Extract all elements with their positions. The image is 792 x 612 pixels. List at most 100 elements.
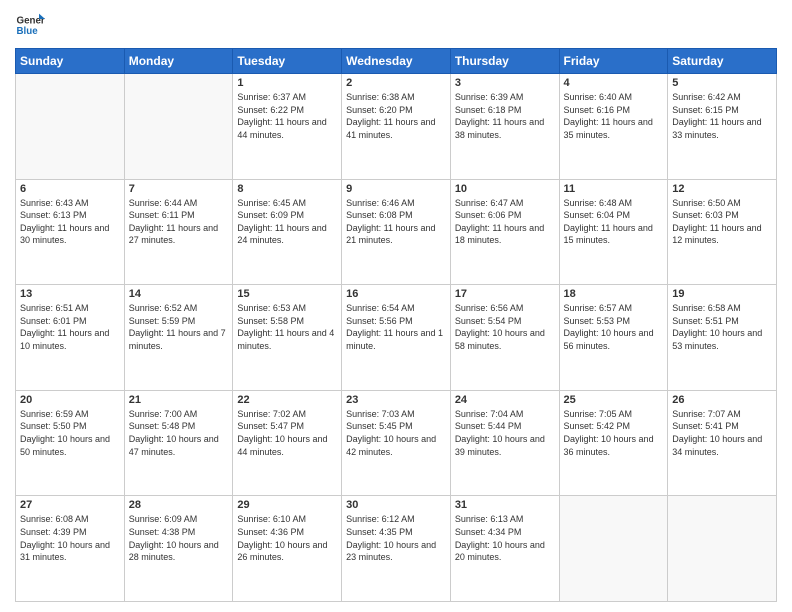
weekday-header-sunday: Sunday <box>16 49 125 74</box>
calendar-cell: 10 Sunrise: 6:47 AMSunset: 6:06 PMDayligh… <box>450 179 559 285</box>
day-number: 27 <box>20 499 120 511</box>
day-number: 11 <box>564 183 664 195</box>
day-info: Sunrise: 6:13 AMSunset: 4:34 PMDaylight:… <box>455 513 555 563</box>
day-number: 18 <box>564 288 664 300</box>
day-info: Sunrise: 7:03 AMSunset: 5:45 PMDaylight:… <box>346 408 446 458</box>
day-number: 17 <box>455 288 555 300</box>
calendar-cell <box>124 74 233 180</box>
day-number: 9 <box>346 183 446 195</box>
calendar-cell <box>16 74 125 180</box>
day-number: 15 <box>237 288 337 300</box>
weekday-header-tuesday: Tuesday <box>233 49 342 74</box>
calendar-cell: 28 Sunrise: 6:09 AMSunset: 4:38 PMDayligh… <box>124 496 233 602</box>
day-number: 10 <box>455 183 555 195</box>
calendar-cell: 6 Sunrise: 6:43 AMSunset: 6:13 PMDaylight… <box>16 179 125 285</box>
day-info: Sunrise: 6:50 AMSunset: 6:03 PMDaylight:… <box>672 197 772 247</box>
calendar-cell <box>559 496 668 602</box>
day-number: 29 <box>237 499 337 511</box>
calendar-cell: 7Sunrise: 6:44 AMSunset: 6:11 PMDaylight… <box>124 179 233 285</box>
day-info: Sunrise: 6:57 AMSunset: 5:53 PMDaylight:… <box>564 302 664 352</box>
day-info: Sunrise: 6:56 AMSunset: 5:54 PMDaylight:… <box>455 302 555 352</box>
calendar-cell <box>668 496 777 602</box>
calendar-cell: 8 Sunrise: 6:45 AMSunset: 6:09 PMDaylight… <box>233 179 342 285</box>
day-number: 21 <box>129 394 229 406</box>
day-number: 6 <box>20 183 120 195</box>
calendar-cell: 9 Sunrise: 6:46 AMSunset: 6:08 PMDaylight… <box>342 179 451 285</box>
day-info: Sunrise: 7:02 AMSunset: 5:47 PMDaylight:… <box>237 408 337 458</box>
day-number: 5 <box>672 77 772 89</box>
day-info: Sunrise: 6:39 AMSunset: 6:18 PMDaylight:… <box>455 91 555 141</box>
day-number: 3 <box>455 77 555 89</box>
day-number: 22 <box>237 394 337 406</box>
day-number: 24 <box>455 394 555 406</box>
day-number: 20 <box>20 394 120 406</box>
header: General Blue <box>15 10 777 40</box>
week-row-3: 13Sunrise: 6:51 AMSunset: 6:01 PMDayligh… <box>16 285 777 391</box>
calendar-cell: 3 Sunrise: 6:39 AMSunset: 6:18 PMDaylight… <box>450 74 559 180</box>
day-info: Sunrise: 6:53 AMSunset: 5:58 PMDaylight:… <box>237 302 337 352</box>
day-info: Sunrise: 7:04 AMSunset: 5:44 PMDaylight:… <box>455 408 555 458</box>
day-number: 28 <box>129 499 229 511</box>
calendar-cell: 31 Sunrise: 6:13 AMSunset: 4:34 PMDayligh… <box>450 496 559 602</box>
day-info: Sunrise: 7:05 AMSunset: 5:42 PMDaylight:… <box>564 408 664 458</box>
day-info: Sunrise: 6:59 AMSunset: 5:50 PMDaylight:… <box>20 408 120 458</box>
day-info: Sunrise: 6:09 AMSunset: 4:38 PMDaylight:… <box>129 513 229 563</box>
day-number: 2 <box>346 77 446 89</box>
day-info: Sunrise: 6:42 AMSunset: 6:15 PMDaylight:… <box>672 91 772 141</box>
calendar-cell: 25 Sunrise: 7:05 AMSunset: 5:42 PMDayligh… <box>559 390 668 496</box>
calendar-cell: 29Sunrise: 6:10 AMSunset: 4:36 PMDayligh… <box>233 496 342 602</box>
calendar-cell: 15 Sunrise: 6:53 AMSunset: 5:58 PMDayligh… <box>233 285 342 391</box>
calendar-cell: 30 Sunrise: 6:12 AMSunset: 4:35 PMDayligh… <box>342 496 451 602</box>
calendar-cell: 24 Sunrise: 7:04 AMSunset: 5:44 PMDayligh… <box>450 390 559 496</box>
calendar-cell: 2 Sunrise: 6:38 AMSunset: 6:20 PMDaylight… <box>342 74 451 180</box>
day-info: Sunrise: 6:37 AMSunset: 6:22 PMDaylight:… <box>237 91 337 141</box>
page: General Blue SundayMondayTuesdayWednesda… <box>0 0 792 612</box>
calendar-cell: 26Sunrise: 7:07 AMSunset: 5:41 PMDayligh… <box>668 390 777 496</box>
day-info: Sunrise: 6:52 AMSunset: 5:59 PMDaylight:… <box>129 302 229 352</box>
weekday-header-friday: Friday <box>559 49 668 74</box>
day-info: Sunrise: 6:43 AMSunset: 6:13 PMDaylight:… <box>20 197 120 247</box>
calendar-cell: 13Sunrise: 6:51 AMSunset: 6:01 PMDayligh… <box>16 285 125 391</box>
calendar-cell: 18 Sunrise: 6:57 AMSunset: 5:53 PMDayligh… <box>559 285 668 391</box>
day-info: Sunrise: 6:46 AMSunset: 6:08 PMDaylight:… <box>346 197 446 247</box>
weekday-header-thursday: Thursday <box>450 49 559 74</box>
day-number: 25 <box>564 394 664 406</box>
day-number: 1 <box>237 77 337 89</box>
day-info: Sunrise: 6:45 AMSunset: 6:09 PMDaylight:… <box>237 197 337 247</box>
logo: General Blue <box>15 10 45 40</box>
calendar-cell: 27 Sunrise: 6:08 AMSunset: 4:39 PMDayligh… <box>16 496 125 602</box>
day-info: Sunrise: 6:08 AMSunset: 4:39 PMDaylight:… <box>20 513 120 563</box>
day-info: Sunrise: 7:00 AMSunset: 5:48 PMDaylight:… <box>129 408 229 458</box>
weekday-header-saturday: Saturday <box>668 49 777 74</box>
calendar-cell: 4Sunrise: 6:40 AMSunset: 6:16 PMDaylight… <box>559 74 668 180</box>
day-number: 31 <box>455 499 555 511</box>
calendar-cell: 12 Sunrise: 6:50 AMSunset: 6:03 PMDayligh… <box>668 179 777 285</box>
day-number: 30 <box>346 499 446 511</box>
day-info: Sunrise: 6:54 AMSunset: 5:56 PMDaylight:… <box>346 302 446 352</box>
calendar-cell: 22 Sunrise: 7:02 AMSunset: 5:47 PMDayligh… <box>233 390 342 496</box>
day-number: 8 <box>237 183 337 195</box>
day-number: 16 <box>346 288 446 300</box>
calendar-cell: 14 Sunrise: 6:52 AMSunset: 5:59 PMDayligh… <box>124 285 233 391</box>
day-number: 7 <box>129 183 229 195</box>
calendar-cell: 16 Sunrise: 6:54 AMSunset: 5:56 PMDayligh… <box>342 285 451 391</box>
day-info: Sunrise: 6:47 AMSunset: 6:06 PMDaylight:… <box>455 197 555 247</box>
calendar-cell: 23Sunrise: 7:03 AMSunset: 5:45 PMDayligh… <box>342 390 451 496</box>
calendar-cell: 20 Sunrise: 6:59 AMSunset: 5:50 PMDayligh… <box>16 390 125 496</box>
day-number: 12 <box>672 183 772 195</box>
logo-icon: General Blue <box>15 10 45 40</box>
day-info: Sunrise: 6:40 AMSunset: 6:16 PMDaylight:… <box>564 91 664 141</box>
day-info: Sunrise: 6:12 AMSunset: 4:35 PMDaylight:… <box>346 513 446 563</box>
calendar-cell: 19Sunrise: 6:58 AMSunset: 5:51 PMDayligh… <box>668 285 777 391</box>
week-row-2: 6 Sunrise: 6:43 AMSunset: 6:13 PMDaylight… <box>16 179 777 285</box>
day-info: Sunrise: 6:38 AMSunset: 6:20 PMDaylight:… <box>346 91 446 141</box>
calendar-cell: 21 Sunrise: 7:00 AMSunset: 5:48 PMDayligh… <box>124 390 233 496</box>
day-number: 14 <box>129 288 229 300</box>
week-row-5: 27 Sunrise: 6:08 AMSunset: 4:39 PMDayligh… <box>16 496 777 602</box>
weekday-header-monday: Monday <box>124 49 233 74</box>
calendar-cell: 17 Sunrise: 6:56 AMSunset: 5:54 PMDayligh… <box>450 285 559 391</box>
day-info: Sunrise: 6:51 AMSunset: 6:01 PMDaylight:… <box>20 302 120 352</box>
calendar-cell: 11Sunrise: 6:48 AMSunset: 6:04 PMDayligh… <box>559 179 668 285</box>
day-number: 26 <box>672 394 772 406</box>
week-row-4: 20 Sunrise: 6:59 AMSunset: 5:50 PMDayligh… <box>16 390 777 496</box>
